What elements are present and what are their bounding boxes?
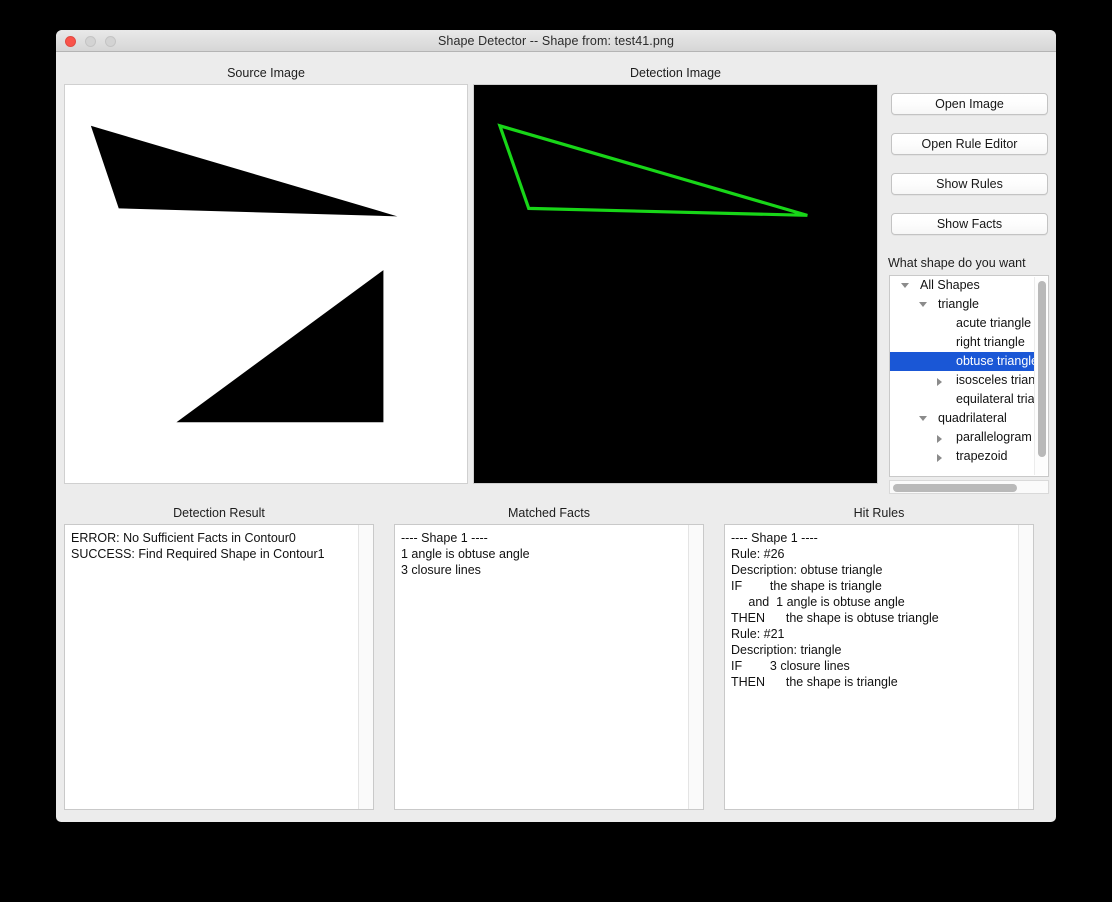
- source-shape-obtuse-triangle: [90, 125, 398, 217]
- open-rule-editor-button[interactable]: Open Rule Editor: [891, 133, 1048, 155]
- detection-result-scrollbar[interactable]: [358, 525, 373, 809]
- source-image-canvas[interactable]: [64, 84, 468, 484]
- hit-rules-label: Hit Rules: [853, 506, 905, 520]
- detection-image-label: Detection Image: [629, 66, 722, 80]
- chevron-down-icon[interactable]: [901, 283, 909, 288]
- tree-item-label: quadrilateral: [938, 411, 1007, 425]
- tree-item-obtuse-triangle[interactable]: obtuse triangle: [890, 352, 1034, 371]
- hit-rules-panel[interactable]: ---- Shape 1 ---- Rule: #26 Description:…: [724, 524, 1034, 810]
- detection-result-panel[interactable]: ERROR: No Sufficient Facts in Contour0 S…: [64, 524, 374, 810]
- tree-vertical-scrollbar[interactable]: [1034, 277, 1047, 475]
- chevron-right-icon[interactable]: [937, 454, 942, 462]
- tree-item-label: All Shapes: [920, 278, 980, 292]
- detection-image-shapes: [474, 85, 877, 483]
- matched-facts-text: ---- Shape 1 ---- 1 angle is obtuse angl…: [401, 531, 530, 577]
- shape-tree-rows: All Shapes triangle acute triangle right tr…: [890, 276, 1034, 476]
- tree-item-trapezoid[interactable]: trapezoid: [890, 447, 1034, 466]
- application-window: Shape Detector -- Shape from: test41.png…: [56, 30, 1056, 822]
- open-image-button[interactable]: Open Image: [891, 93, 1048, 115]
- chevron-right-icon[interactable]: [937, 378, 942, 386]
- hit-rules-text: ---- Shape 1 ---- Rule: #26 Description:…: [731, 531, 939, 689]
- title-bar: Shape Detector -- Shape from: test41.png: [56, 30, 1056, 52]
- tree-item-label: right triangle: [956, 335, 1025, 349]
- tree-item-label: trapezoid: [956, 449, 1008, 463]
- tree-header-label: What shape do you want: [888, 256, 1026, 270]
- tree-item-label: obtuse triangle: [956, 354, 1034, 368]
- tree-item-label: isosceles triangle: [956, 373, 1034, 387]
- tree-horizontal-scroll-thumb[interactable]: [892, 483, 1017, 492]
- tree-vertical-scroll-thumb[interactable]: [1037, 281, 1046, 457]
- tree-item-triangle[interactable]: triangle: [890, 295, 1034, 314]
- chevron-right-icon[interactable]: [937, 435, 942, 443]
- matched-facts-scrollbar[interactable]: [688, 525, 703, 809]
- source-image-label: Source Image: [227, 66, 305, 80]
- tree-item-All-Shapes[interactable]: All Shapes: [890, 276, 1034, 295]
- hit-rules-scrollbar[interactable]: [1018, 525, 1033, 809]
- show-rules-button[interactable]: Show Rules: [891, 173, 1048, 195]
- tree-item-parallelogram[interactable]: parallelogram: [890, 428, 1034, 447]
- tree-item-right-triangle[interactable]: right triangle: [890, 333, 1034, 352]
- tree-item-label: triangle: [938, 297, 979, 311]
- source-shape-right-triangle: [176, 270, 384, 423]
- tree-horizontal-scrollbar[interactable]: [889, 480, 1049, 494]
- shape-tree[interactable]: All Shapes triangle acute triangle right tr…: [889, 275, 1049, 477]
- tree-item-equilateral-triangle[interactable]: equilateral triangle: [890, 390, 1034, 409]
- tree-item-label: equilateral triangle: [956, 392, 1034, 406]
- tree-item-quadrilateral[interactable]: quadrilateral: [890, 409, 1034, 428]
- source-image-shapes: [90, 125, 398, 423]
- chevron-down-icon[interactable]: [919, 416, 927, 421]
- matched-facts-label: Matched Facts: [508, 506, 590, 520]
- tree-item-isosceles-triangle[interactable]: isosceles triangle: [890, 371, 1034, 390]
- matched-facts-panel[interactable]: ---- Shape 1 ---- 1 angle is obtuse angl…: [394, 524, 704, 810]
- detection-result-label: Detection Result: [173, 506, 265, 520]
- detection-result-text: ERROR: No Sufficient Facts in Contour0 S…: [71, 531, 325, 561]
- tree-item-acute-triangle[interactable]: acute triangle: [890, 314, 1034, 333]
- show-facts-button[interactable]: Show Facts: [891, 213, 1048, 235]
- tree-item-label: acute triangle: [956, 316, 1032, 330]
- detection-image-canvas[interactable]: [473, 84, 878, 484]
- chevron-down-icon[interactable]: [919, 302, 927, 307]
- tree-item-label: parallelogram: [956, 430, 1032, 444]
- window-title: Shape Detector -- Shape from: test41.png: [437, 34, 675, 48]
